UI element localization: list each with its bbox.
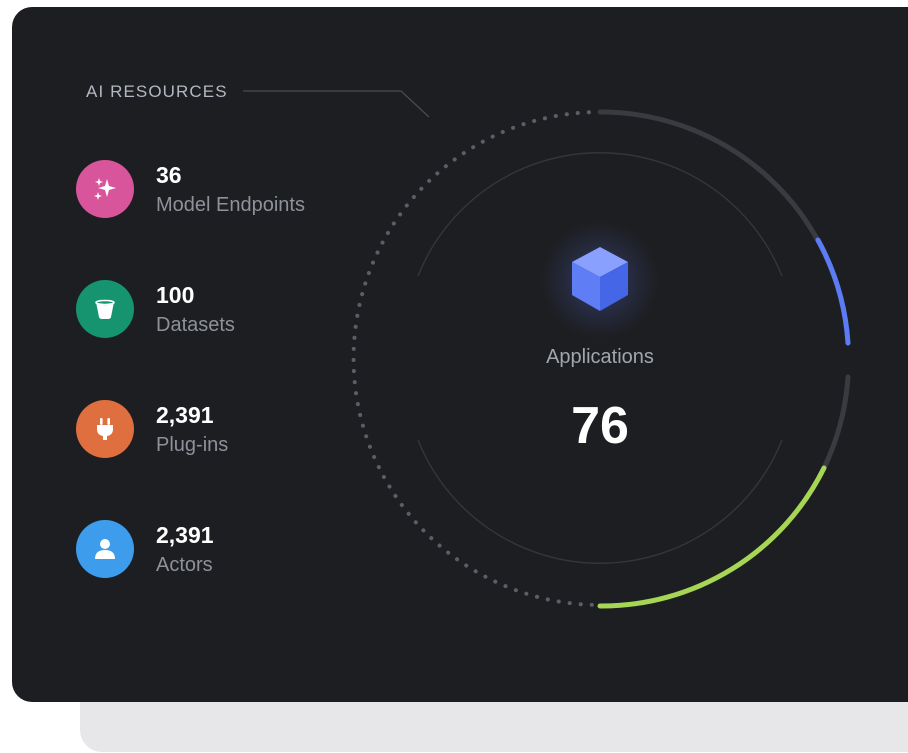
bucket-icon (76, 280, 134, 338)
resource-value: 2,391 (156, 402, 214, 428)
resource-item-plug-ins[interactable]: 2,391 Plug-ins (76, 400, 376, 460)
resource-label: Actors (156, 554, 213, 576)
page: AI RESOURCES 36 Model Endpoints 100 Data… (0, 0, 908, 753)
resource-item-datasets[interactable]: 100 Datasets (76, 280, 376, 340)
resource-item-actors[interactable]: 2,391 Actors (76, 520, 376, 580)
resource-label: Datasets (156, 314, 235, 336)
plug-icon (76, 400, 134, 458)
resource-item-model-endpoints[interactable]: 36 Model Endpoints (76, 160, 376, 220)
resource-value: 36 (156, 162, 182, 188)
resource-label: Plug-ins (156, 434, 229, 456)
ai-resources-panel (12, 7, 908, 702)
resource-value: 2,391 (156, 522, 214, 548)
section-title: AI RESOURCES (86, 82, 228, 101)
user-icon (76, 520, 134, 578)
cube-icon (572, 247, 628, 311)
resource-value: 100 (156, 282, 195, 308)
applications-count: 76 (571, 397, 629, 455)
applications-label: Applications (546, 346, 654, 368)
resource-label: Model Endpoints (156, 194, 305, 216)
sparkles-icon (76, 160, 134, 218)
